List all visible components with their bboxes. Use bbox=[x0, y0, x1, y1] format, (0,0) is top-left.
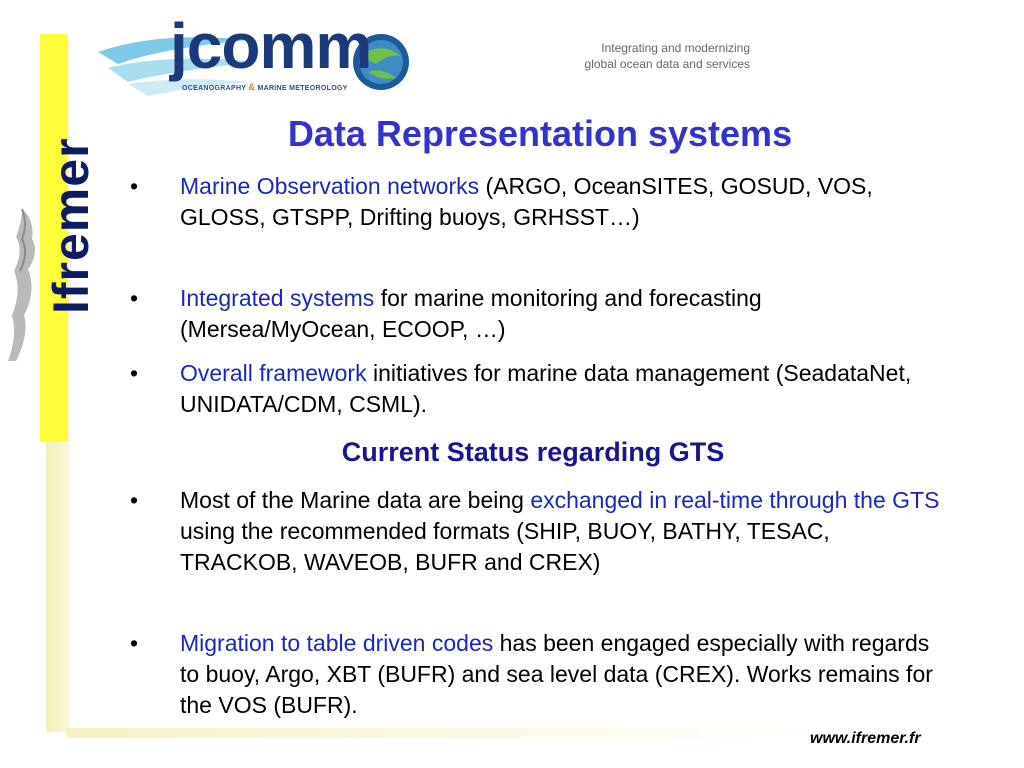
ifremer-figure-icon bbox=[8, 208, 35, 361]
header-tagline: Integrating and modernizing global ocean… bbox=[560, 40, 750, 72]
bullet-migration: • Migration to table driven codes has be… bbox=[130, 628, 940, 721]
bullet-text: using the recommended formats (SHIP, BUO… bbox=[180, 518, 830, 575]
bullet-gts-exchange: • Most of the Marine data are being exch… bbox=[130, 485, 940, 578]
bullet-dot: • bbox=[130, 487, 139, 513]
jcomm-logo-text: jcomm bbox=[170, 10, 372, 82]
bullet-integrated-systems: • Integrated systems for marine monitori… bbox=[130, 283, 940, 345]
bullet-dot: • bbox=[130, 173, 139, 199]
brand-band-bottom-line bbox=[66, 728, 826, 738]
logo-tag-right: MARINE METEOROLOGY bbox=[257, 85, 348, 92]
bullet-dot: • bbox=[130, 285, 139, 311]
bullet-highlight: Migration to table driven codes bbox=[180, 630, 494, 656]
bullet-text-pre: Most of the Marine data are being bbox=[180, 487, 531, 513]
tagline-line-1: Integrating and modernizing bbox=[601, 41, 750, 55]
jcomm-logo-tagline: OCEANOGRAPHY & MARINE METEOROLOGY bbox=[182, 82, 348, 92]
bullet-highlight: Marine Observation networks bbox=[180, 173, 480, 199]
logo-tag-amp: & bbox=[248, 82, 256, 92]
slide-title: Data Representation systems bbox=[287, 113, 793, 154]
footer-url: www.ifremer.fr bbox=[810, 730, 921, 747]
bullet-overall-framework: • Overall framework initiatives for mari… bbox=[130, 358, 940, 420]
tagline-line-2: global ocean data and services bbox=[584, 57, 750, 71]
brand-name: Ifremer bbox=[43, 137, 99, 314]
logo-tag-left: OCEANOGRAPHY bbox=[182, 85, 247, 92]
bullet-marine-observation: • Marine Observation networks (ARGO, Oce… bbox=[130, 171, 940, 233]
bullet-highlight: Integrated systems bbox=[180, 285, 375, 311]
bullet-dot: • bbox=[130, 630, 139, 656]
slide: Ifremer jcomm OCEANOGRAPHY & MARINE METE… bbox=[0, 0, 1024, 768]
bullet-dot: • bbox=[130, 360, 139, 386]
bullet-highlight: exchanged in real-time through the GTS bbox=[530, 487, 940, 513]
bullet-highlight: Overall framework bbox=[180, 360, 367, 386]
section-subtitle: Current Status regarding GTS bbox=[341, 437, 725, 467]
